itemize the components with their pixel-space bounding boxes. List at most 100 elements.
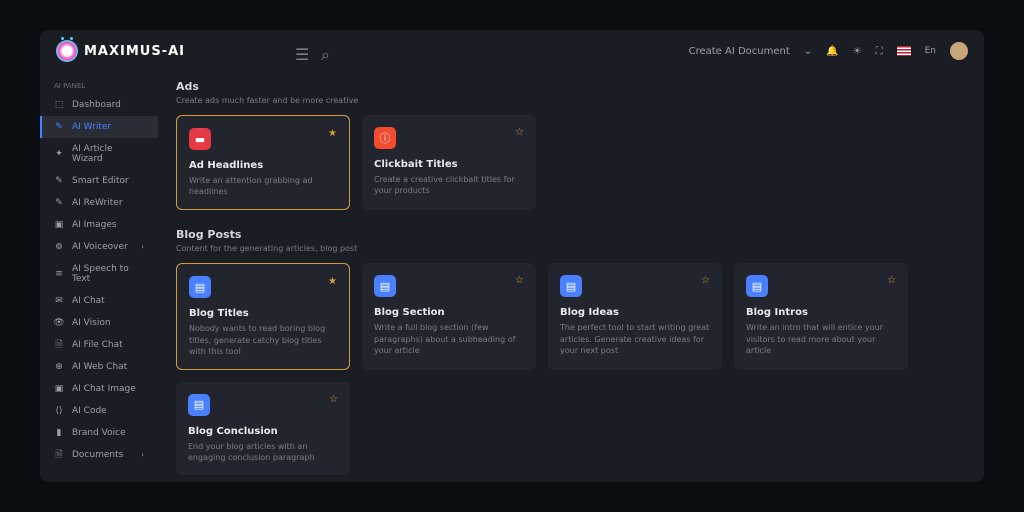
sidebar-icon: ✎ (54, 198, 64, 208)
app-window: MAXIMUS-AI ☰ ⌕ Create AI Document ⌄ 🔔 ☀ … (40, 30, 984, 482)
sidebar-item-ai-article-wizard[interactable]: ✦ AI Article Wizard (40, 138, 158, 170)
sidebar-item-ai-chat[interactable]: ✉ AI Chat (40, 290, 158, 312)
sidebar-item-label: Documents (72, 450, 123, 460)
sidebar-item-ai-file-chat[interactable]: 🗎 AI File Chat (40, 334, 158, 356)
card-title: Blog Ideas (560, 307, 710, 318)
sidebar-item-label: AI Vision (72, 318, 111, 328)
sidebar-icon: ▣ (54, 384, 64, 394)
sidebar-item-ai-voiceover[interactable]: ៙AI Voiceover› (40, 236, 158, 258)
chevron-down-icon[interactable]: ⌄ (804, 46, 812, 57)
card-title: Blog Section (374, 307, 524, 318)
sidebar-icon: ▮ (54, 428, 64, 438)
sidebar-item-ai-chat-image[interactable]: ▣ AI Chat Image (40, 378, 158, 400)
sidebar-item-label: AI Code (72, 406, 107, 416)
flag-icon (897, 46, 911, 56)
sidebar-icon: ⊕ (54, 362, 64, 372)
logo[interactable]: MAXIMUS-AI (56, 40, 185, 62)
card-blog-section[interactable]: ▤ ☆ Blog Section Write a full blog section … (362, 263, 536, 370)
sidebar-item-label: AI Chat (72, 296, 105, 306)
star-icon[interactable]: ☆ (329, 394, 338, 405)
cards-row: ▬★Ad HeadlinesWrite an attention grabbin… (176, 115, 966, 210)
sidebar-item-documents[interactable]: 🗎 Documents › (40, 444, 158, 466)
sidebar-item-label: AI ReWriter (72, 198, 123, 208)
card-blog-titles[interactable]: ▤★Blog TitlesNobody wants to read boring… (176, 263, 350, 370)
sidebar-item-label: Dashboard (72, 100, 121, 110)
sidebar-item-brand-voice[interactable]: ▮ Brand Voice (40, 422, 158, 444)
star-icon[interactable]: ★ (328, 128, 337, 139)
card-desc: Write a full blog section (few paragraph… (374, 322, 524, 356)
star-icon[interactable]: ★ (328, 276, 337, 287)
card-blog-conclusion[interactable]: ▤☆Blog ConclusionEnd your blog articles … (176, 382, 350, 475)
sidebar-item-smart-editor[interactable]: ✎Smart Editor (40, 170, 158, 192)
language-label[interactable]: En (925, 46, 936, 56)
sidebar-icon: ✎ (54, 122, 64, 132)
sidebar-icon: ▣ (54, 220, 64, 230)
sidebar: AI PANEL ⬚ Dashboard ✎AI Writer ✦ AI Article… (40, 72, 158, 482)
sidebar-icon: ⟨⟩ (54, 406, 64, 416)
card-title: Ad Headlines (189, 160, 337, 171)
card-desc: The perfect tool to start writing great … (560, 322, 710, 356)
card-icon: ▤ (746, 275, 768, 297)
section-blog-posts: Blog PostsContent for the generating art… (176, 228, 966, 475)
cards-row: ▤★Blog TitlesNobody wants to read boring… (176, 263, 966, 475)
sidebar-item-ai-rewriter[interactable]: ✎ AI ReWriter (40, 192, 158, 214)
section-title: Blog Posts (176, 228, 966, 241)
search-icon[interactable]: ⌕ (321, 45, 333, 57)
body: AI PANEL ⬚ Dashboard ✎AI Writer ✦ AI Article… (40, 72, 984, 482)
sidebar-icon: ✉ (54, 296, 64, 306)
card-icon: ▤ (189, 276, 211, 298)
sidebar-icon: 🗎 (54, 340, 64, 350)
card-icon: ▤ (560, 275, 582, 297)
brand-name: MAXIMUS-AI (84, 44, 185, 59)
card-icon: ▤ (374, 275, 396, 297)
sidebar-item-ai-writer[interactable]: ✎AI Writer (40, 116, 158, 138)
star-icon[interactable]: ☆ (887, 275, 896, 286)
card-desc: End your blog articles with an engaging … (188, 441, 338, 463)
card-icon: ⓘ (374, 127, 396, 149)
chevron-right-icon: › (141, 451, 144, 459)
card-blog-ideas[interactable]: ▤ ☆ Blog Ideas The perfect tool to start wr… (548, 263, 722, 370)
star-icon[interactable]: ☆ (515, 275, 524, 286)
sidebar-item-ai-web-chat[interactable]: ⊕ AI Web Chat (40, 356, 158, 378)
sidebar-icon: ⬚ (54, 100, 64, 110)
sidebar-heading: AI PANEL (40, 78, 158, 94)
sidebar-icon: ≡ (54, 269, 64, 279)
header-left-icons: ☰ ⌕ (295, 45, 333, 57)
menu-toggle-icon[interactable]: ☰ (295, 45, 307, 57)
card-ad-headlines[interactable]: ▬★Ad HeadlinesWrite an attention grabbin… (176, 115, 350, 210)
sidebar-item-dashboard[interactable]: ⬚ Dashboard (40, 94, 158, 116)
sidebar-item-ai-speech-to-text[interactable]: ≡ AI Speech to Text (40, 258, 158, 290)
sidebar-item-label: AI Web Chat (72, 362, 127, 372)
sidebar-icon: ៙ (54, 242, 64, 252)
theme-icon[interactable]: ☀ (853, 46, 862, 57)
sidebar-item-label: AI Article Wizard (72, 144, 144, 164)
header: MAXIMUS-AI ☰ ⌕ Create AI Document ⌄ 🔔 ☀ … (40, 30, 984, 72)
card-title: Clickbait Titles (374, 159, 524, 170)
avatar[interactable] (950, 42, 968, 60)
header-right: Create AI Document ⌄ 🔔 ☀ ⛶ En (689, 42, 968, 60)
create-document-link[interactable]: Create AI Document (689, 46, 790, 57)
sidebar-item-label: AI File Chat (72, 340, 123, 350)
fullscreen-icon[interactable]: ⛶ (876, 46, 883, 57)
sidebar-item-label: Brand Voice (72, 428, 126, 438)
card-icon: ▤ (188, 394, 210, 416)
star-icon[interactable]: ☆ (701, 275, 710, 286)
card-title: Blog Intros (746, 307, 896, 318)
sidebar-item-ai-code[interactable]: ⟨⟩ AI Code (40, 400, 158, 422)
section-desc: Create ads much faster and be more creat… (176, 96, 966, 105)
star-icon[interactable]: ☆ (515, 127, 524, 138)
sidebar-item-label: AI Chat Image (72, 384, 136, 394)
sidebar-item-ai-images[interactable]: ▣ AI Images (40, 214, 158, 236)
card-blog-intros[interactable]: ▤☆Blog IntrosWrite an intro that will en… (734, 263, 908, 370)
sidebar-icon: ✦ (54, 149, 64, 159)
sidebar-item-label: Smart Editor (72, 176, 129, 186)
bell-icon[interactable]: 🔔 (826, 46, 838, 57)
sidebar-icon: 👁 (54, 318, 64, 328)
sidebar-item-label: AI Speech to Text (72, 264, 144, 284)
sidebar-item-ai-vision[interactable]: 👁 AI Vision (40, 312, 158, 334)
sidebar-item-label: AI Voiceover (72, 242, 128, 252)
card-desc: Nobody wants to read boring blog titles,… (189, 323, 337, 357)
sidebar-icon: 🗎 (54, 450, 64, 460)
card-clickbait-titles[interactable]: ⓘ☆Clickbait TitlesCreate a creative clic… (362, 115, 536, 210)
sidebar-item-label: AI Images (72, 220, 117, 230)
